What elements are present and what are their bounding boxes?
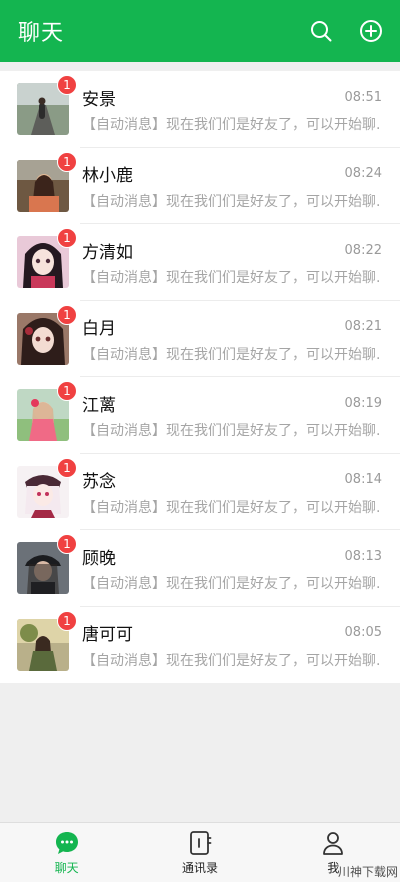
chat-row[interactable]: 1 安景 08:51 【自动消息】现在我们们是好友了，可以开始聊.. (0, 71, 400, 148)
last-message: 【自动消息】现在我们们是好友了，可以开始聊.. (82, 270, 382, 287)
contacts-book-icon (186, 829, 214, 857)
app-header: 聊天 (0, 0, 400, 62)
chat-bubble-icon (53, 829, 81, 857)
chat-time: 08:24 (344, 166, 382, 182)
last-message: 【自动消息】现在我们们是好友了，可以开始聊.. (82, 652, 382, 669)
avatar-wrap: 1 (17, 610, 77, 671)
page-title: 聊天 (18, 21, 65, 46)
contact-name: 唐可可 (82, 625, 133, 646)
unread-badge: 1 (57, 534, 77, 555)
chat-row[interactable]: 1 白月 08:21 【自动消息】现在我们们是好友了，可以开始聊.. (0, 301, 400, 378)
chat-row[interactable]: 1 唐可可 08:05 【自动消息】现在我们们是好友了，可以开始聊.. (0, 607, 400, 684)
last-message: 【自动消息】现在我们们是好友了，可以开始聊.. (82, 499, 382, 516)
tab-label: 通讯录 (181, 861, 218, 875)
contact-name: 方清如 (82, 242, 133, 263)
chat-content: 顾晚 08:13 【自动消息】现在我们们是好友了，可以开始聊.. (82, 543, 382, 593)
unread-badge: 1 (57, 75, 77, 96)
watermark: 川神下载网 (337, 865, 398, 879)
unread-badge: 1 (57, 457, 77, 478)
chat-time: 08:13 (344, 548, 382, 564)
chat-content: 江蓠 08:19 【自动消息】现在我们们是好友了，可以开始聊.. (82, 390, 382, 440)
avatar-wrap: 1 (17, 151, 77, 212)
tab-contacts[interactable]: 通讯录 (133, 823, 266, 882)
contact-name: 顾晚 (82, 548, 116, 569)
contact-name: 江蓠 (82, 395, 116, 416)
chat-row[interactable]: 1 江蓠 08:19 【自动消息】现在我们们是好友了，可以开始聊.. (0, 377, 400, 454)
last-message: 【自动消息】现在我们们是好友了，可以开始聊.. (82, 423, 382, 440)
avatar-wrap: 1 (17, 381, 77, 442)
chat-content: 方清如 08:22 【自动消息】现在我们们是好友了，可以开始聊.. (82, 237, 382, 287)
chat-time: 08:14 (344, 472, 382, 488)
unread-badge: 1 (57, 610, 77, 631)
avatar-wrap: 1 (17, 534, 77, 595)
tab-label: 聊天 (54, 861, 79, 875)
chat-content: 林小鹿 08:24 【自动消息】现在我们们是好友了，可以开始聊.. (82, 161, 382, 211)
unread-badge: 1 (57, 304, 77, 325)
chat-list: 1 安景 08:51 【自动消息】现在我们们是好友了，可以开始聊.. 1 林小鹿 0… (0, 71, 400, 683)
contact-name: 安景 (82, 89, 116, 110)
last-message: 【自动消息】现在我们们是好友了，可以开始聊.. (82, 117, 382, 134)
chat-row[interactable]: 1 林小鹿 08:24 【自动消息】现在我们们是好友了，可以开始聊.. (0, 148, 400, 225)
chat-time: 08:19 (344, 395, 382, 411)
chat-time: 08:21 (344, 319, 382, 335)
unread-badge: 1 (57, 381, 77, 402)
chat-time: 08:51 (344, 89, 382, 105)
last-message: 【自动消息】现在我们们是好友了，可以开始聊.. (82, 346, 382, 363)
tab-chat[interactable]: 聊天 (0, 823, 133, 882)
last-message: 【自动消息】现在我们们是好友了，可以开始聊.. (82, 193, 382, 210)
unread-badge: 1 (57, 151, 77, 172)
chat-content: 安景 08:51 【自动消息】现在我们们是好友了，可以开始聊.. (82, 84, 382, 134)
chat-time: 08:22 (344, 242, 382, 258)
search-icon[interactable] (308, 18, 334, 44)
contact-name: 林小鹿 (82, 166, 133, 187)
chat-content: 白月 08:21 【自动消息】现在我们们是好友了，可以开始聊.. (82, 314, 382, 364)
chat-row[interactable]: 1 苏念 08:14 【自动消息】现在我们们是好友了，可以开始聊.. (0, 454, 400, 531)
add-circle-icon[interactable] (358, 18, 384, 44)
chat-content: 唐可可 08:05 【自动消息】现在我们们是好友了，可以开始聊.. (82, 620, 382, 670)
unread-badge: 1 (57, 228, 77, 249)
avatar-wrap: 1 (17, 75, 77, 136)
avatar-wrap: 1 (17, 457, 77, 518)
avatar-wrap: 1 (17, 228, 77, 289)
chat-content: 苏念 08:14 【自动消息】现在我们们是好友了，可以开始聊.. (82, 467, 382, 517)
person-icon (319, 829, 347, 857)
contact-name: 苏念 (82, 472, 116, 493)
avatar-wrap: 1 (17, 304, 77, 365)
last-message: 【自动消息】现在我们们是好友了，可以开始聊.. (82, 576, 382, 593)
chat-time: 08:05 (344, 625, 382, 641)
chat-row[interactable]: 1 顾晚 08:13 【自动消息】现在我们们是好友了，可以开始聊.. (0, 530, 400, 607)
contact-name: 白月 (82, 319, 116, 340)
chat-row[interactable]: 1 方清如 08:22 【自动消息】现在我们们是好友了，可以开始聊.. (0, 224, 400, 301)
